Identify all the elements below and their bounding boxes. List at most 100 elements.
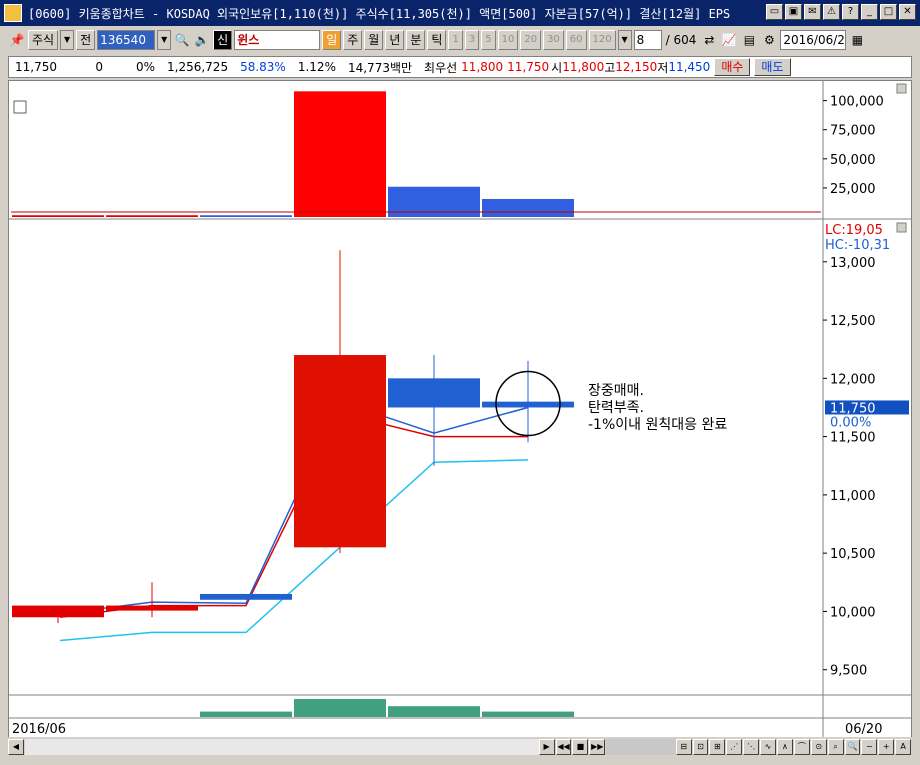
upper-bar [200,215,292,217]
tool-icon-8[interactable]: ⌒ [793,739,810,755]
maximize-button[interactable]: □ [880,4,897,20]
main-tick-label: 12,000 [830,372,876,387]
buy-button[interactable]: 매수 [714,58,751,76]
candle-body [388,378,480,408]
current-price-label: 11,750 [830,401,876,416]
step-30[interactable]: 30 [543,30,564,50]
scroll-left-icon[interactable]: ◀ [8,739,24,755]
period-year[interactable]: 년 [385,30,405,50]
sell-button[interactable]: 매도 [754,58,791,76]
settings-icon[interactable]: ⚙ [760,31,778,49]
search-icon[interactable]: 🔍 [173,31,191,49]
tool-icon-4[interactable]: ⋰ [726,739,743,755]
window-buttons: ▭ ▣ ✉ ⚠ ? _ □ ✕ [766,4,916,20]
step-dropdown-icon[interactable]: ▼ [617,30,632,50]
step-1[interactable]: 1 [448,30,463,50]
tool-icon-5[interactable]: ⋱ [743,739,760,755]
date-input[interactable]: 2016/06/2 [780,30,847,50]
save-icon[interactable]: ▤ [740,31,758,49]
alert-icon[interactable]: ⚠ [823,4,840,20]
zoom-in-icon[interactable]: 🔍 [844,739,861,755]
tool-icon-10[interactable]: ⌕ [827,739,844,755]
chart-area[interactable]: 100,000 75,000 50,000 25,000 LC:19,05 HC:-10,… [8,80,912,740]
trade-value: 14,773백만 [347,60,413,75]
zoom-slider[interactable] [606,739,676,755]
step-20[interactable]: 20 [520,30,542,50]
low-price: 11,450 [668,60,711,74]
upper-tick-label: 25,000 [830,182,876,197]
stop-icon[interactable]: ■ [572,739,589,755]
text-icon[interactable]: A [895,739,912,755]
upper-bar [482,198,574,217]
annotation-line-2: 탄력부족. [588,400,644,416]
stock-code-input[interactable]: 136540 [97,30,156,50]
close-button[interactable]: ✕ [899,4,916,20]
code-dropdown-icon[interactable]: ▼ [157,30,172,50]
shin-button[interactable]: 신 [213,30,233,50]
period-day[interactable]: 일 [322,30,342,50]
main-tick-label: 11,500 [830,431,876,446]
count-input[interactable]: 8 [633,30,662,50]
help-icon[interactable]: ? [842,4,859,20]
period-week[interactable]: 주 [343,30,363,50]
upper-bar [294,91,386,217]
play-icon[interactable]: ▶ [538,739,555,755]
open-price: 11,800 [562,60,605,74]
period-tick[interactable]: 틱 [427,30,447,50]
calendar-icon[interactable]: ▦ [848,31,866,49]
layout-icon[interactable]: ▭ [766,4,783,20]
mail-icon[interactable]: ✉ [804,4,821,20]
open-label: 시 [551,60,563,75]
tool-icon-6[interactable]: ∿ [760,739,776,755]
refresh-icon[interactable]: ⇄ [700,31,718,49]
upper-tick-label: 50,000 [830,153,876,168]
stock-name-field[interactable]: 윈스 [234,30,321,50]
tool-icon-7[interactable]: ∧ [776,739,793,755]
pin-icon[interactable]: 📌 [8,31,26,49]
high-price: 12,150 [615,60,658,74]
upper-tick-label: 100,000 [830,95,884,110]
candle-body [200,593,292,600]
hc-label: HC:-10,31 [825,238,890,253]
chart-type-icon[interactable]: 📈 [720,31,738,49]
chart-svg[interactable]: 100,000 75,000 50,000 25,000 LC:19,05HC:-10,… [9,81,911,737]
lc-label: LC:19,05 [825,223,883,238]
horizontal-scrollbar[interactable] [24,739,539,755]
tool-icon-1[interactable]: ⊟ [675,739,692,755]
window-title: [0600] 키움종합차트 - KOSDAQ 외국인보유[1,110(천)] 주… [28,6,731,21]
tool-icon-9[interactable]: ⊙ [810,739,827,755]
low-label: 저 [657,60,669,75]
period-minute[interactable]: 분 [406,30,426,50]
chart-toolbar: 📌 주식 ▼ 전 136540 ▼ 🔍 🔈 신 윈스 일 주 월 년 분 틱 1… [8,28,912,52]
change-pct: 0% [135,60,155,74]
fast-forward-icon[interactable]: ▶▶ [589,739,606,755]
grid-toggle-icon [13,100,27,114]
quote-bar: 11,750 0 0% 1,256,725 58.83% 1.12% 14,77… [8,56,912,78]
window-icon[interactable]: ▣ [785,4,802,20]
minimize-button[interactable]: _ [861,4,878,20]
rewind-icon[interactable]: ◀◀ [555,739,572,755]
candle-body [12,605,104,618]
market-select[interactable]: 주식 [28,30,59,50]
upper-tick-label: 75,000 [830,124,876,139]
step-3[interactable]: 3 [464,30,480,50]
x-label-end: 06/20 [845,722,882,737]
volume-bar [200,711,292,717]
volume-bar [294,699,386,717]
market-dropdown-icon[interactable]: ▼ [60,30,75,50]
turnover: 1.12% [297,60,336,74]
tool-icon-3[interactable]: ⊞ [709,739,726,755]
prev-button[interactable]: 전 [76,30,96,50]
plus-icon[interactable]: + [878,739,895,755]
step-60[interactable]: 60 [565,30,587,50]
period-month[interactable]: 월 [364,30,384,50]
speaker-icon[interactable]: 🔈 [193,31,211,49]
upper-bar [106,215,198,217]
step-5[interactable]: 5 [481,30,496,50]
candle-body [294,355,386,548]
minus-icon[interactable]: − [861,739,878,755]
step-10[interactable]: 10 [497,30,519,50]
step-120[interactable]: 120 [588,30,616,50]
current-pct-label: 0.00% [830,415,871,430]
tool-icon-2[interactable]: ⊡ [692,739,709,755]
